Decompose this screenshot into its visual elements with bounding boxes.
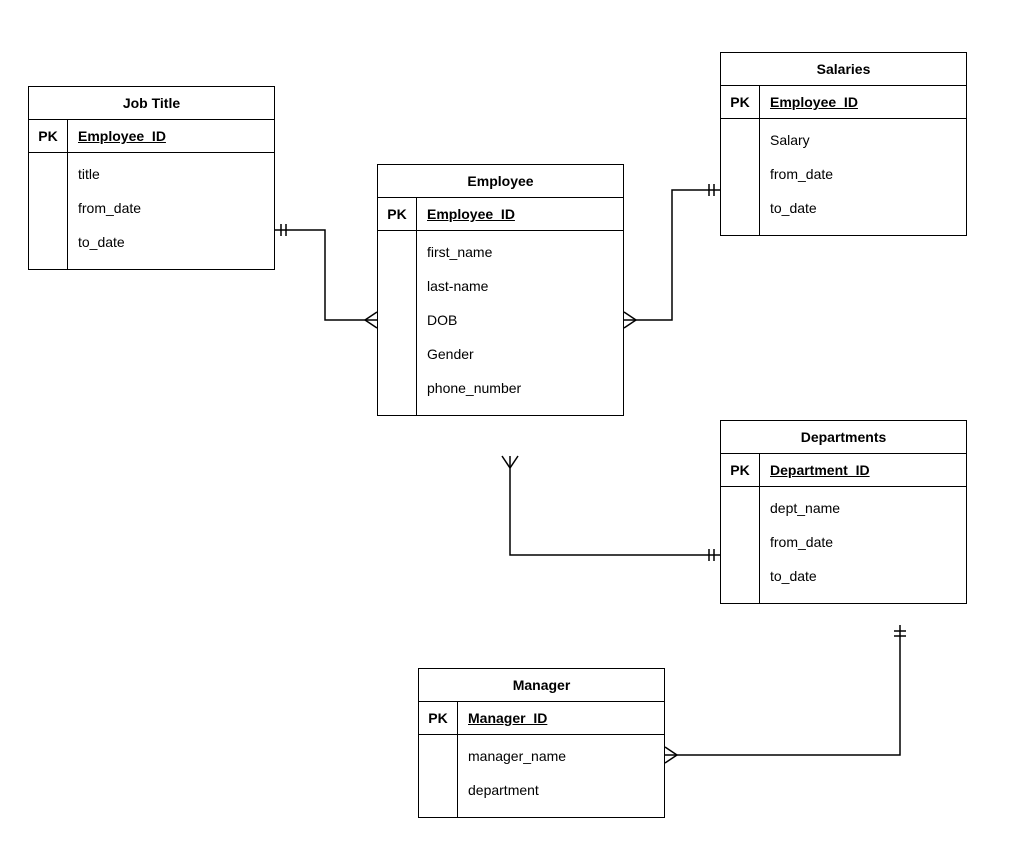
pk-field: Employee_ID — [417, 198, 623, 230]
attrs-list: title from_date to_date — [68, 153, 274, 269]
pk-label: PK — [378, 198, 417, 230]
attrs-row: title from_date to_date — [29, 153, 274, 269]
attr: dept_name — [770, 491, 956, 525]
card-many-foot — [365, 320, 377, 328]
entity-salaries: Salaries PK Employee_ID Salary from_date… — [720, 52, 967, 236]
pk-label: PK — [721, 454, 760, 486]
attr: Salary — [770, 123, 956, 157]
rel-jobtitle-employee — [275, 230, 377, 320]
rel-salaries-employee — [624, 190, 720, 320]
card-many-foot — [365, 312, 377, 320]
attr: to_date — [770, 191, 956, 225]
attr: DOB — [427, 303, 613, 337]
pk-field: Employee_ID — [760, 86, 966, 118]
rel-departments-employee — [510, 456, 720, 555]
attr: first_name — [427, 235, 613, 269]
card-many-foot — [624, 312, 636, 320]
attrs-row: manager_name department — [419, 735, 664, 817]
attrs-row: Salary from_date to_date — [721, 119, 966, 235]
attrs-left-gutter — [419, 735, 458, 817]
pk-row: PK Department_ID — [721, 454, 966, 487]
attrs-left-gutter — [721, 487, 760, 603]
entity-departments: Departments PK Department_ID dept_name f… — [720, 420, 967, 604]
pk-row: PK Employee_ID — [29, 120, 274, 153]
card-many-foot — [665, 755, 677, 763]
attrs-list: manager_name department — [458, 735, 664, 817]
entity-employee: Employee PK Employee_ID first_name last-… — [377, 164, 624, 416]
rel-departments-manager — [665, 625, 900, 755]
pk-field: Employee_ID — [68, 120, 274, 152]
attr: to_date — [78, 225, 264, 259]
pk-label: PK — [721, 86, 760, 118]
entity-title: Manager — [419, 669, 664, 702]
attr: phone_number — [427, 371, 613, 405]
attr: last-name — [427, 269, 613, 303]
entity-manager: Manager PK Manager_ID manager_name depar… — [418, 668, 665, 818]
attr: from_date — [770, 157, 956, 191]
attrs-row: dept_name from_date to_date — [721, 487, 966, 603]
entity-title: Departments — [721, 421, 966, 454]
entity-title: Employee — [378, 165, 623, 198]
attrs-left-gutter — [721, 119, 760, 235]
pk-label: PK — [29, 120, 68, 152]
entity-title: Salaries — [721, 53, 966, 86]
attr: title — [78, 157, 264, 191]
pk-label: PK — [419, 702, 458, 734]
attrs-left-gutter — [378, 231, 417, 415]
card-many-foot — [510, 456, 518, 468]
pk-row: PK Employee_ID — [721, 86, 966, 119]
attr: from_date — [78, 191, 264, 225]
attr: Gender — [427, 337, 613, 371]
attrs-list: first_name last-name DOB Gender phone_nu… — [417, 231, 623, 415]
pk-row: PK Manager_ID — [419, 702, 664, 735]
attr: manager_name — [468, 739, 654, 773]
pk-field: Department_ID — [760, 454, 966, 486]
card-many-foot — [665, 747, 677, 755]
attrs-list: Salary from_date to_date — [760, 119, 966, 235]
entity-job-title: Job Title PK Employee_ID title from_date… — [28, 86, 275, 270]
attr: department — [468, 773, 654, 807]
attrs-left-gutter — [29, 153, 68, 269]
attr: to_date — [770, 559, 956, 593]
attr: from_date — [770, 525, 956, 559]
attrs-list: dept_name from_date to_date — [760, 487, 966, 603]
card-many-foot — [502, 456, 510, 468]
entity-title: Job Title — [29, 87, 274, 120]
pk-field: Manager_ID — [458, 702, 664, 734]
attrs-row: first_name last-name DOB Gender phone_nu… — [378, 231, 623, 415]
card-many-foot — [624, 320, 636, 328]
pk-row: PK Employee_ID — [378, 198, 623, 231]
